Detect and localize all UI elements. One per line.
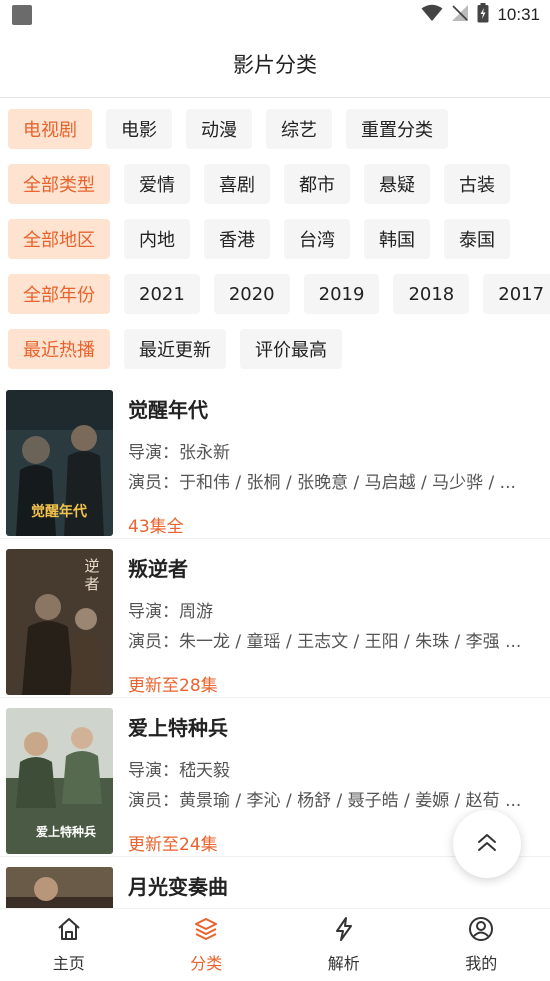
poster-image xyxy=(6,867,113,908)
tab-category[interactable]: 分类 xyxy=(138,909,276,981)
chip-region-korea[interactable]: 韩国 xyxy=(364,219,430,259)
chip-region-hongkong[interactable]: 香港 xyxy=(204,219,270,259)
video-director: 导演：嵇天毅 xyxy=(128,761,230,781)
layers-icon xyxy=(193,916,219,946)
video-title: 爱上特种兵 xyxy=(128,716,228,740)
episode-status: 更新至24集 xyxy=(128,835,218,855)
svg-text:者: 者 xyxy=(84,575,99,593)
episode-status: 更新至28集 xyxy=(128,676,218,696)
no-signal-icon xyxy=(451,4,469,26)
page-title: 影片分类 xyxy=(233,52,317,77)
chip-year-2018[interactable]: 2018 xyxy=(393,274,470,314)
filter-row-region: 全部地区 内地 香港 台湾 韩国 泰国 xyxy=(8,219,510,259)
tab-home[interactable]: 主页 xyxy=(0,909,138,981)
episode-status: 43集全 xyxy=(128,517,184,537)
chip-sort-rating[interactable]: 评价最高 xyxy=(240,329,342,369)
video-director: 导演：张永新 xyxy=(128,443,230,463)
bottom-tab-bar: 主页 分类 解析 我的 xyxy=(0,908,550,981)
list-item[interactable]: 逆 者 叛逆者 导演：周游 演员：朱一龙 / 童瑶 / 王志文 / 王阳 / 朱… xyxy=(0,543,550,698)
svg-text:逆: 逆 xyxy=(84,557,99,575)
chip-year-2020[interactable]: 2020 xyxy=(213,274,290,314)
chip-sort-hot[interactable]: 最近热播 xyxy=(8,329,110,369)
list-item[interactable]: 觉醒年代 觉醒年代 导演：张永新 演员：于和伟 / 张桐 / 张晚意 / 马启越… xyxy=(0,384,550,539)
battery-icon xyxy=(477,3,489,27)
filter-row-year: 全部年份 2021 2020 2019 2018 2017 xyxy=(8,274,550,314)
chip-category-tv[interactable]: 电视剧 xyxy=(8,109,92,149)
chip-type-urban[interactable]: 都市 xyxy=(284,164,350,204)
poster-image: 逆 者 xyxy=(6,549,113,695)
chip-category-movie[interactable]: 电影 xyxy=(106,109,172,149)
video-title: 叛逆者 xyxy=(128,557,188,581)
video-director: 导演：周游 xyxy=(128,602,213,622)
user-icon xyxy=(468,916,494,946)
video-title: 觉醒年代 xyxy=(128,398,208,422)
chip-year-2017[interactable]: 2017 xyxy=(483,274,550,314)
notification-icon xyxy=(12,5,32,25)
chip-region-all[interactable]: 全部地区 xyxy=(8,219,110,259)
poster-image: 爱上特种兵 xyxy=(6,708,113,854)
chip-region-mainland[interactable]: 内地 xyxy=(124,219,190,259)
tab-label: 我的 xyxy=(465,954,498,973)
svg-text:觉醒年代: 觉醒年代 xyxy=(31,503,87,520)
video-cast: 演员：黄景瑜 / 李沁 / 杨舒 / 聂子皓 / 姜嫄 / 赵荀 ... xyxy=(128,791,522,811)
scroll-to-top-button[interactable] xyxy=(453,810,521,878)
tab-parse[interactable]: 解析 xyxy=(275,909,413,981)
chip-region-thailand[interactable]: 泰国 xyxy=(444,219,510,259)
video-cast: 演员：于和伟 / 张桐 / 张晚意 / 马启越 / 马少骅 / ... xyxy=(128,473,516,493)
app-header: 影片分类 xyxy=(0,30,550,98)
filter-row-sort: 最近热播 最近更新 评价最高 xyxy=(8,329,342,369)
tab-label: 分类 xyxy=(190,954,223,973)
chip-sort-latest[interactable]: 最近更新 xyxy=(124,329,226,369)
tab-label: 解析 xyxy=(327,954,360,973)
chip-type-mystery[interactable]: 悬疑 xyxy=(364,164,430,204)
lightning-icon xyxy=(331,916,357,946)
clock: 10:31 xyxy=(497,5,540,24)
tab-mine[interactable]: 我的 xyxy=(413,909,550,981)
home-icon xyxy=(56,916,82,946)
video-title: 月光变奏曲 xyxy=(128,875,228,899)
reset-filter-button[interactable]: 重置分类 xyxy=(346,109,448,149)
filter-row-type: 全部类型 爱情 喜剧 都市 悬疑 古装 xyxy=(8,164,510,204)
status-icons: 10:31 xyxy=(421,3,540,27)
tab-label: 主页 xyxy=(52,954,85,973)
double-chevron-up-icon xyxy=(476,831,498,857)
chip-year-2019[interactable]: 2019 xyxy=(303,274,380,314)
wifi-icon xyxy=(421,4,443,26)
chip-category-variety[interactable]: 综艺 xyxy=(266,109,332,149)
svg-text:爱上特种兵: 爱上特种兵 xyxy=(36,824,96,839)
video-cast: 演员：朱一龙 / 童瑶 / 王志文 / 王阳 / 朱珠 / 李强 ... xyxy=(128,632,522,652)
chip-year-all[interactable]: 全部年份 xyxy=(8,274,110,314)
poster-image: 觉醒年代 xyxy=(6,390,113,536)
chip-year-2021[interactable]: 2021 xyxy=(124,274,200,314)
chip-type-costume[interactable]: 古装 xyxy=(444,164,510,204)
chip-type-romance[interactable]: 爱情 xyxy=(124,164,190,204)
chip-type-comedy[interactable]: 喜剧 xyxy=(204,164,270,204)
chip-type-all[interactable]: 全部类型 xyxy=(8,164,110,204)
chip-region-taiwan[interactable]: 台湾 xyxy=(284,219,350,259)
chip-category-anime[interactable]: 动漫 xyxy=(186,109,252,149)
filter-row-category: 电视剧 电影 动漫 综艺 重置分类 xyxy=(8,109,448,149)
status-bar: 10:31 xyxy=(0,0,550,30)
